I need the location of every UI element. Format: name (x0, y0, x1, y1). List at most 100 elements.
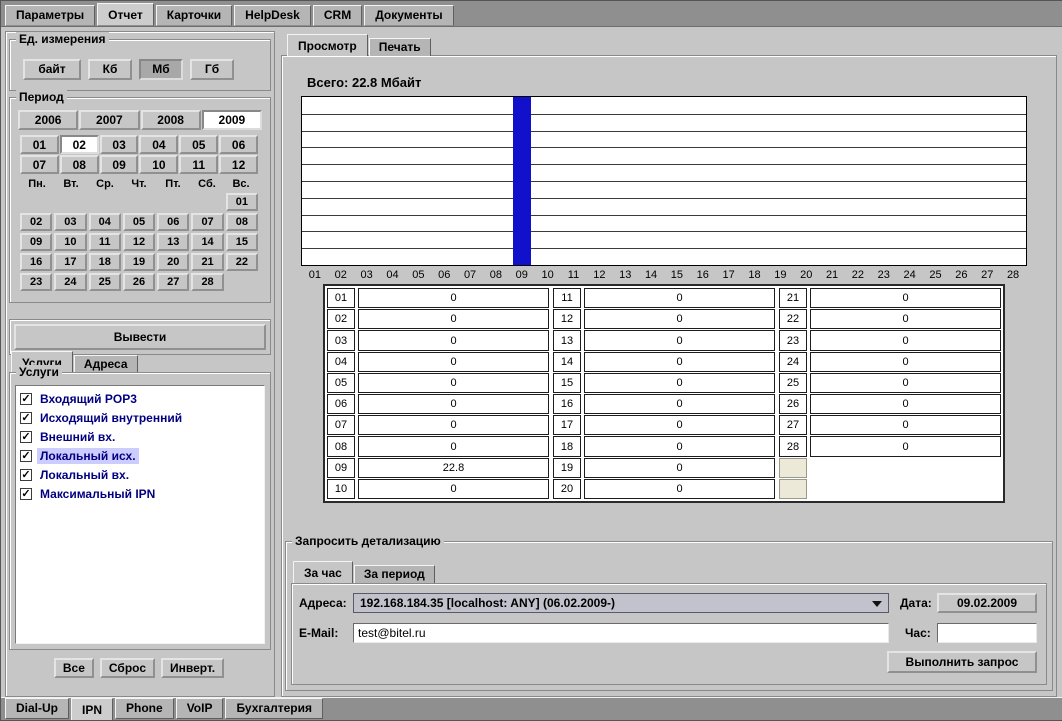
action-button[interactable]: Сброс (100, 658, 155, 678)
day-button[interactable]: 05 (123, 213, 155, 231)
day-button[interactable]: 25 (89, 273, 121, 291)
day-button[interactable]: 03 (54, 213, 86, 231)
checkbox-icon[interactable]: ✓ (20, 469, 32, 481)
service-item[interactable]: ✓Внешний вх. (18, 427, 262, 446)
report-tab[interactable]: Просмотр (287, 34, 368, 56)
email-field[interactable] (353, 623, 889, 643)
day-button[interactable]: 08 (226, 213, 258, 231)
checkbox-icon[interactable]: ✓ (20, 412, 32, 424)
x-axis-label: 05 (405, 269, 431, 281)
checkbox-icon[interactable]: ✓ (20, 393, 32, 405)
year-button[interactable]: 2009 (202, 110, 262, 130)
month-button[interactable]: 11 (179, 155, 218, 174)
day-button[interactable]: 01 (226, 193, 258, 211)
year-button[interactable]: 2006 (18, 110, 78, 130)
day-button[interactable]: 28 (191, 273, 223, 291)
hour-field[interactable] (937, 623, 1037, 643)
show-button[interactable]: Вывести (14, 324, 266, 350)
unit-button[interactable]: Мб (139, 59, 183, 80)
day-button[interactable]: 06 (157, 213, 189, 231)
table-row: 250 (779, 373, 1001, 393)
top-tab[interactable]: Карточки (156, 5, 232, 26)
month-button[interactable]: 09 (100, 155, 139, 174)
day-button[interactable]: 27 (157, 273, 189, 291)
day-button[interactable]: 18 (89, 253, 121, 271)
bottom-tab[interactable]: IPN (71, 698, 113, 721)
unit-button[interactable]: байт (23, 59, 81, 80)
filter-tab[interactable]: Адреса (74, 355, 138, 373)
report-tab[interactable]: Печать (369, 38, 431, 56)
month-button[interactable]: 04 (139, 135, 178, 154)
x-axis-label: 25 (923, 269, 949, 281)
address-combobox[interactable]: 192.168.184.35 [localhost: ANY] (06.02.2… (353, 593, 889, 613)
day-button[interactable]: 19 (123, 253, 155, 271)
unit-button[interactable]: Кб (88, 59, 132, 80)
bottom-tab[interactable]: Phone (115, 698, 174, 719)
month-button[interactable]: 12 (219, 155, 258, 174)
bottom-tabs: Dial-UpIPNPhoneVoIPБухгалтерия (5, 698, 325, 721)
table-row: 120 (553, 309, 775, 329)
service-item[interactable]: ✓Локальный исх. (18, 446, 262, 465)
month-button[interactable]: 07 (20, 155, 59, 174)
month-button[interactable]: 06 (219, 135, 258, 154)
execute-request-button[interactable]: Выполнить запрос (887, 651, 1037, 673)
bottom-tab[interactable]: Бухгалтерия (225, 698, 323, 719)
service-item[interactable]: ✓Входящий POP3 (18, 389, 262, 408)
day-button[interactable]: 14 (191, 233, 223, 251)
day-button[interactable]: 17 (54, 253, 86, 271)
service-item[interactable]: ✓Максимальный IPN (18, 484, 262, 503)
month-button[interactable]: 10 (139, 155, 178, 174)
detail-tab[interactable]: За период (354, 565, 435, 583)
table-row: 070 (327, 415, 549, 435)
month-button[interactable]: 08 (60, 155, 99, 174)
x-axis-label: 06 (431, 269, 457, 281)
detail-tab[interactable]: За час (293, 561, 353, 583)
day-button[interactable]: 02 (20, 213, 52, 231)
value-cell: 0 (810, 436, 1001, 456)
chart-bar (513, 97, 531, 265)
hour-cell: 20 (553, 479, 581, 499)
bottom-tab[interactable]: VoIP (176, 698, 224, 719)
month-button[interactable]: 03 (100, 135, 139, 154)
top-tab[interactable]: CRM (313, 5, 362, 26)
year-button[interactable]: 2008 (141, 110, 201, 130)
action-button[interactable]: Инверт. (161, 658, 224, 678)
weekday-header: Пн.Вт.Ср.Чт.Пт.Сб.Вс. (20, 178, 258, 190)
year-button[interactable]: 2007 (79, 110, 139, 130)
checkbox-icon[interactable]: ✓ (20, 488, 32, 500)
top-tab[interactable]: Документы (364, 5, 453, 26)
month-button[interactable]: 05 (179, 135, 218, 154)
month-button[interactable]: 01 (20, 135, 59, 154)
action-button[interactable]: Все (54, 658, 94, 678)
service-item[interactable]: ✓Исходящий внутренний (18, 408, 262, 427)
month-button[interactable]: 02 (60, 135, 99, 154)
checkbox-icon[interactable]: ✓ (20, 431, 32, 443)
day-button[interactable]: 20 (157, 253, 189, 271)
day-button[interactable]: 11 (89, 233, 121, 251)
table-row: 190 (553, 458, 775, 478)
checkbox-icon[interactable]: ✓ (20, 450, 32, 462)
x-axis-label: 23 (871, 269, 897, 281)
bottom-tab[interactable]: Dial-Up (5, 698, 69, 719)
day-button[interactable]: 16 (20, 253, 52, 271)
unit-button[interactable]: Гб (190, 59, 234, 80)
day-button[interactable]: 12 (123, 233, 155, 251)
day-button[interactable]: 24 (54, 273, 86, 291)
day-button[interactable]: 07 (191, 213, 223, 231)
date-field[interactable]: 09.02.2009 (937, 593, 1037, 613)
service-label: Локальный вх. (37, 467, 132, 483)
top-tab[interactable]: HelpDesk (234, 5, 311, 26)
day-button[interactable]: 21 (191, 253, 223, 271)
day-button[interactable]: 22 (226, 253, 258, 271)
day-button[interactable]: 09 (20, 233, 52, 251)
day-button[interactable]: 13 (157, 233, 189, 251)
day-button[interactable]: 26 (123, 273, 155, 291)
service-item[interactable]: ✓ Локальный вх. (18, 465, 262, 484)
top-tab[interactable]: Параметры (5, 5, 95, 26)
top-tab[interactable]: Отчет (97, 3, 154, 26)
day-button[interactable]: 23 (20, 273, 52, 291)
day-button[interactable]: 04 (89, 213, 121, 231)
day-button[interactable]: 10 (54, 233, 86, 251)
day-button[interactable]: 15 (226, 233, 258, 251)
weekday-label: Вт. (54, 178, 88, 190)
